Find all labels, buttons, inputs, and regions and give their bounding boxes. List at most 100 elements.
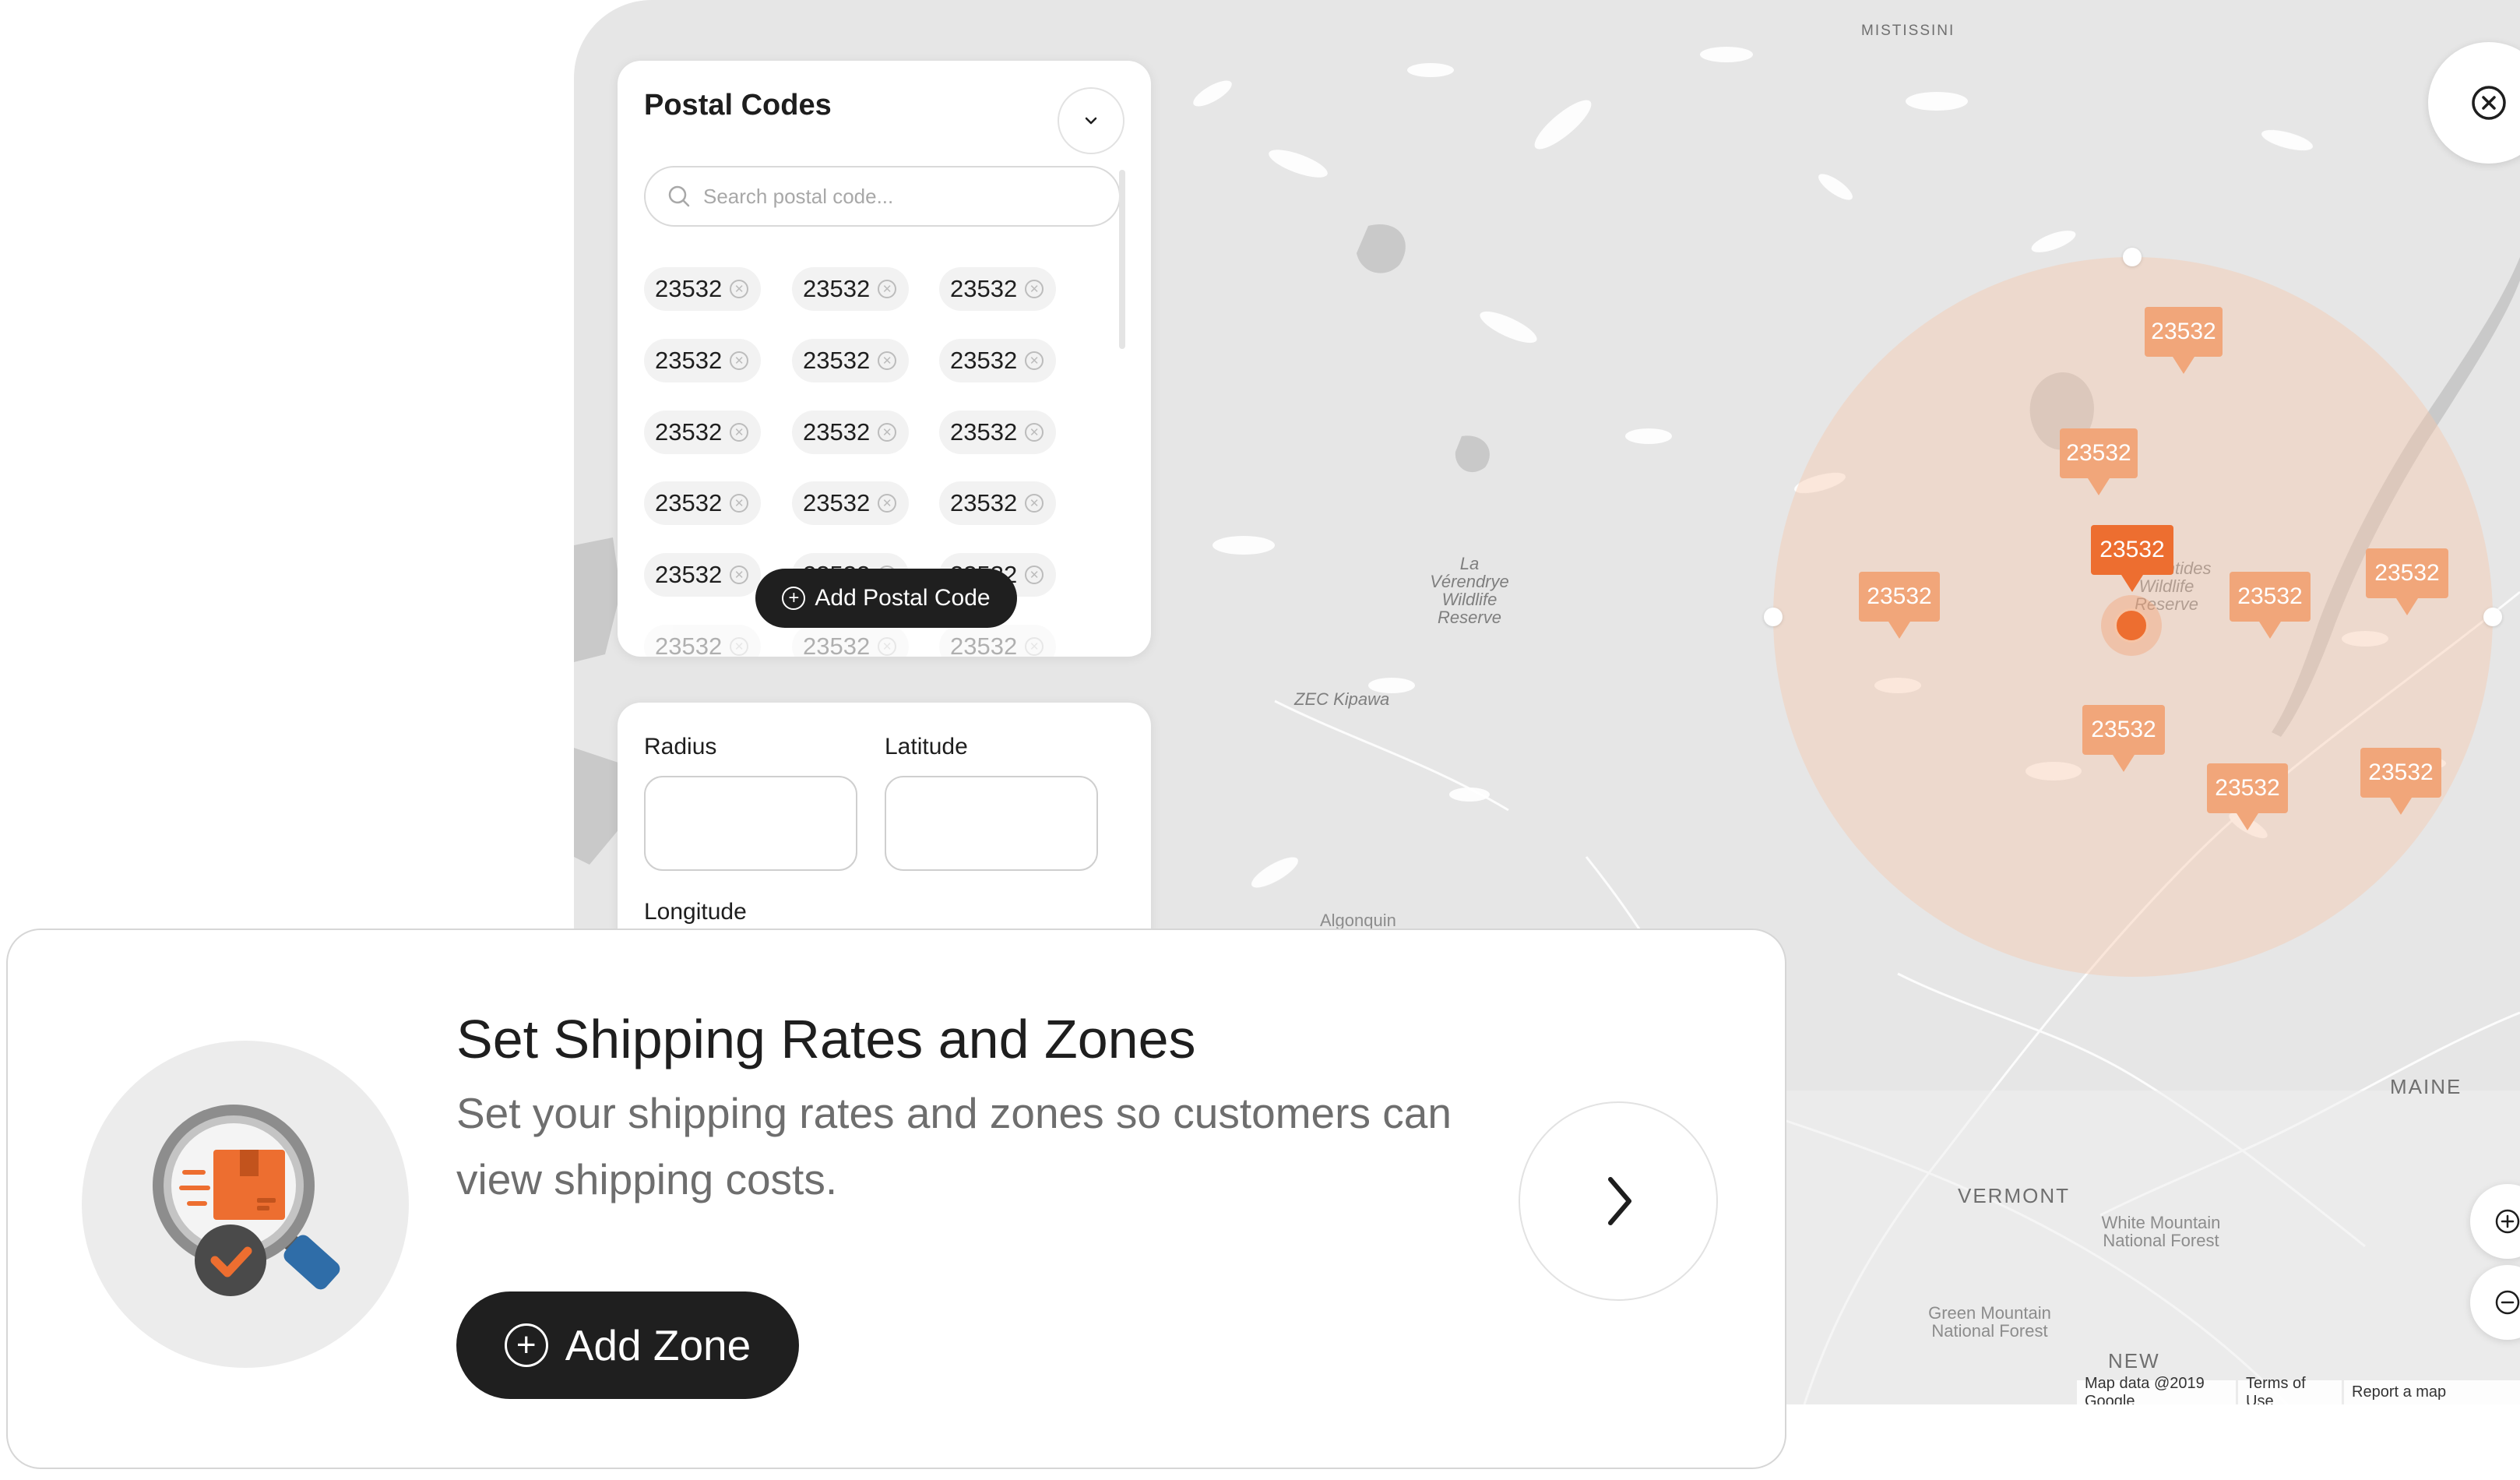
postal-code-chip[interactable]: 23532 ✕	[939, 411, 1057, 454]
map-label-algonquin: Algonquin	[1320, 911, 1396, 930]
postal-code-chip[interactable]: 23532 ✕	[644, 481, 762, 525]
zone-handle-top[interactable]	[2123, 248, 2142, 266]
chip-label: 23532	[950, 347, 1018, 374]
map-label-maine: MAINE	[2390, 1075, 2462, 1098]
shipping-zones-card: Set Shipping Rates and Zones Set your sh…	[6, 929, 1786, 1469]
postal-code-search[interactable]	[644, 166, 1121, 227]
zoom-out-icon	[2495, 1290, 2520, 1315]
map-label-vermont: VERMONT	[1958, 1184, 2070, 1207]
postal-code-chip[interactable]: 23532 ✕	[644, 339, 762, 382]
chip-label: 23532	[655, 489, 723, 516]
latitude-label: Latitude	[885, 734, 968, 759]
map-label-zec-kipawa: ZEC Kipawa	[1294, 689, 1390, 709]
chip-label: 23532	[803, 489, 871, 516]
map-pin[interactable]: 23532	[2145, 307, 2223, 374]
package-search-icon	[153, 1105, 340, 1296]
chip-label: 23532	[803, 347, 871, 374]
card-description: Set your shipping rates and zones so cus…	[456, 1089, 1452, 1203]
scrollbar-thumb[interactable]	[1119, 170, 1125, 349]
map-label-mistissini: MISTISSINI	[1861, 23, 1955, 39]
remove-chip-icon[interactable]: ✕	[730, 351, 749, 370]
zone-handle-right[interactable]	[2483, 608, 2502, 626]
map-pin[interactable]: 23532	[2360, 748, 2441, 815]
map-pin[interactable]: 23532	[2082, 705, 2165, 772]
chip-label: 23532	[803, 418, 871, 446]
plus-circle-icon: +	[504, 1323, 548, 1367]
remove-chip-icon[interactable]: ✕	[878, 637, 897, 656]
chip-label: 23532	[655, 633, 723, 657]
remove-chip-icon[interactable]: ✕	[730, 280, 749, 298]
add-postal-code-button[interactable]: + Add Postal Code	[755, 569, 1017, 628]
collapse-panel-button[interactable]	[1058, 87, 1124, 154]
remove-chip-icon[interactable]: ✕	[878, 280, 897, 298]
close-icon	[2472, 86, 2506, 120]
map-pin[interactable]: 23532	[1859, 572, 1940, 639]
zoom-in-icon	[2495, 1209, 2520, 1234]
plus-circle-icon: +	[782, 587, 806, 610]
card-title: Set Shipping Rates and Zones	[456, 1009, 1196, 1069]
postal-code-chip[interactable]: 23532 ✕	[644, 267, 762, 311]
postal-code-chip[interactable]: 23532 ✕	[792, 411, 910, 454]
postal-code-chip[interactable]: 23532 ✕	[644, 625, 762, 657]
chevron-down-icon	[1085, 117, 1097, 125]
map-pin[interactable]: 23532	[2207, 763, 2288, 830]
remove-chip-icon[interactable]: ✕	[1025, 637, 1044, 656]
chip-label: 23532	[803, 275, 871, 302]
remove-chip-icon[interactable]: ✕	[730, 423, 749, 442]
add-zone-label: Add Zone	[565, 1321, 751, 1369]
chip-label: 23532	[950, 489, 1018, 516]
remove-chip-icon[interactable]: ✕	[1025, 566, 1044, 584]
chevron-right-icon	[1608, 1177, 1631, 1225]
remove-chip-icon[interactable]: ✕	[1025, 423, 1044, 442]
remove-chip-icon[interactable]: ✕	[730, 494, 749, 513]
postal-code-chip[interactable]: 23532 ✕	[939, 267, 1057, 311]
radius-input[interactable]	[644, 776, 857, 871]
search-icon	[668, 185, 690, 207]
longitude-label: Longitude	[644, 899, 747, 925]
radius-label: Radius	[644, 734, 717, 759]
remove-chip-icon[interactable]: ✕	[878, 423, 897, 442]
remove-chip-icon[interactable]: ✕	[878, 494, 897, 513]
chip-label: 23532	[655, 347, 723, 374]
postal-codes-panel: Postal Codes 23532 ✕ 23532 ✕ 23532 ✕ 23532 ✕…	[618, 61, 1151, 657]
chip-label: 23532	[950, 418, 1018, 446]
remove-chip-icon[interactable]: ✕	[878, 351, 897, 370]
add-postal-code-label: Add Postal Code	[815, 585, 991, 611]
map-pin[interactable]: 23532	[2060, 428, 2138, 495]
postal-code-chip[interactable]: 23532 ✕	[792, 625, 910, 657]
map-pin[interactable]: 23532	[2366, 548, 2448, 615]
zone-handle-left[interactable]	[1764, 608, 1783, 626]
remove-chip-icon[interactable]: ✕	[1025, 494, 1044, 513]
chip-label: 23532	[655, 275, 723, 302]
map-center-marker[interactable]	[2101, 595, 2162, 656]
remove-chip-icon[interactable]: ✕	[1025, 351, 1044, 370]
postal-code-chip[interactable]: 23532 ✕	[792, 339, 910, 382]
postal-code-chip[interactable]: 23532 ✕	[939, 339, 1057, 382]
postal-code-chip[interactable]: 23532 ✕	[792, 267, 910, 311]
panel-title: Postal Codes	[644, 89, 832, 122]
search-input[interactable]	[702, 183, 1071, 210]
chip-label: 23532	[803, 633, 871, 657]
map-pin-active[interactable]: 23532	[2091, 525, 2173, 592]
latitude-input[interactable]	[885, 776, 1098, 871]
chip-label: 23532	[950, 275, 1018, 302]
postal-code-chip[interactable]: 23532 ✕	[939, 625, 1057, 657]
map-label-verendrye: La Vérendrye Wildlife Reserve	[1430, 554, 1509, 628]
add-zone-button[interactable]: + Add Zone	[456, 1291, 799, 1399]
postal-code-chip[interactable]: 23532 ✕	[644, 553, 762, 597]
map-terms-link[interactable]: Terms of Use	[2238, 1375, 2342, 1404]
map-label-new: NEW	[2108, 1349, 2160, 1373]
postal-code-chip[interactable]: 23532 ✕	[644, 411, 762, 454]
next-button[interactable]	[1519, 1101, 1718, 1301]
remove-chip-icon[interactable]: ✕	[1025, 280, 1044, 298]
map-label-green-mountain: Green Mountain National Forest	[1928, 1303, 2051, 1341]
chip-label: 23532	[950, 633, 1018, 657]
map-attribution-data: Map data @2019 Google	[2077, 1375, 2236, 1404]
chip-label: 23532	[655, 418, 723, 446]
postal-code-chip[interactable]: 23532 ✕	[792, 481, 910, 525]
map-report-link[interactable]: Report a map	[2344, 1380, 2520, 1404]
remove-chip-icon[interactable]: ✕	[730, 637, 749, 656]
remove-chip-icon[interactable]: ✕	[730, 566, 749, 584]
map-pin[interactable]: 23532	[2230, 572, 2311, 639]
postal-code-chip[interactable]: 23532 ✕	[939, 481, 1057, 525]
